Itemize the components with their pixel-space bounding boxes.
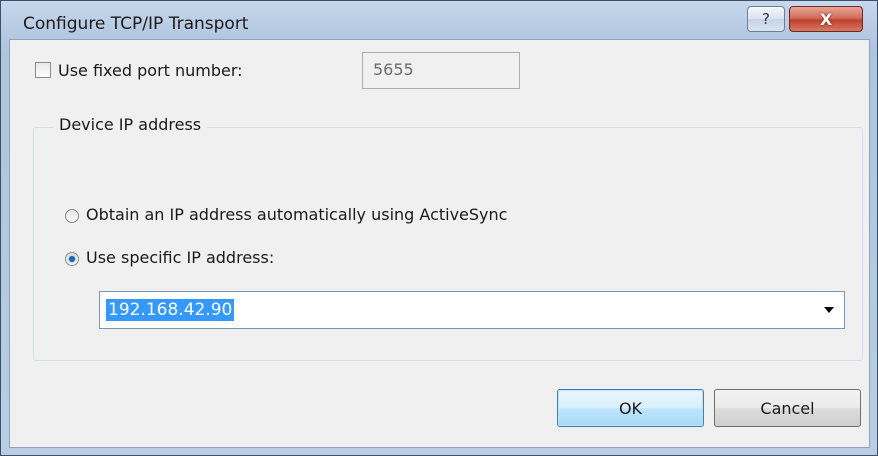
dialog-title: Configure TCP/IP Transport — [23, 14, 249, 34]
fixed-port-checkbox[interactable] — [35, 62, 51, 78]
cancel-button[interactable]: Cancel — [714, 389, 861, 427]
auto-ip-label[interactable]: Obtain an IP address automatically using… — [86, 205, 507, 224]
auto-ip-radio[interactable] — [65, 209, 79, 223]
specific-ip-radio[interactable] — [65, 252, 79, 266]
help-icon: ? — [762, 10, 770, 28]
dialog-window: Configure TCP/IP Transport ? X Use fixed… — [0, 0, 878, 456]
help-button[interactable]: ? — [747, 6, 785, 32]
specific-ip-label[interactable]: Use specific IP address: — [86, 248, 274, 267]
close-icon: X — [819, 9, 833, 29]
ip-address-combobox[interactable]: 192.168.42.90 — [99, 291, 845, 329]
device-ip-group-label: Device IP address — [53, 115, 208, 134]
title-bar[interactable]: Configure TCP/IP Transport ? X — [1, 1, 877, 39]
fixed-port-label[interactable]: Use fixed port number: — [58, 61, 243, 80]
radio-selected-dot — [69, 256, 75, 262]
ok-button[interactable]: OK — [557, 389, 704, 427]
close-button[interactable]: X — [789, 6, 863, 32]
port-number-field[interactable]: 5655 — [362, 52, 520, 89]
ip-address-text[interactable]: 192.168.42.90 — [106, 299, 235, 321]
chevron-down-icon[interactable] — [824, 307, 834, 313]
